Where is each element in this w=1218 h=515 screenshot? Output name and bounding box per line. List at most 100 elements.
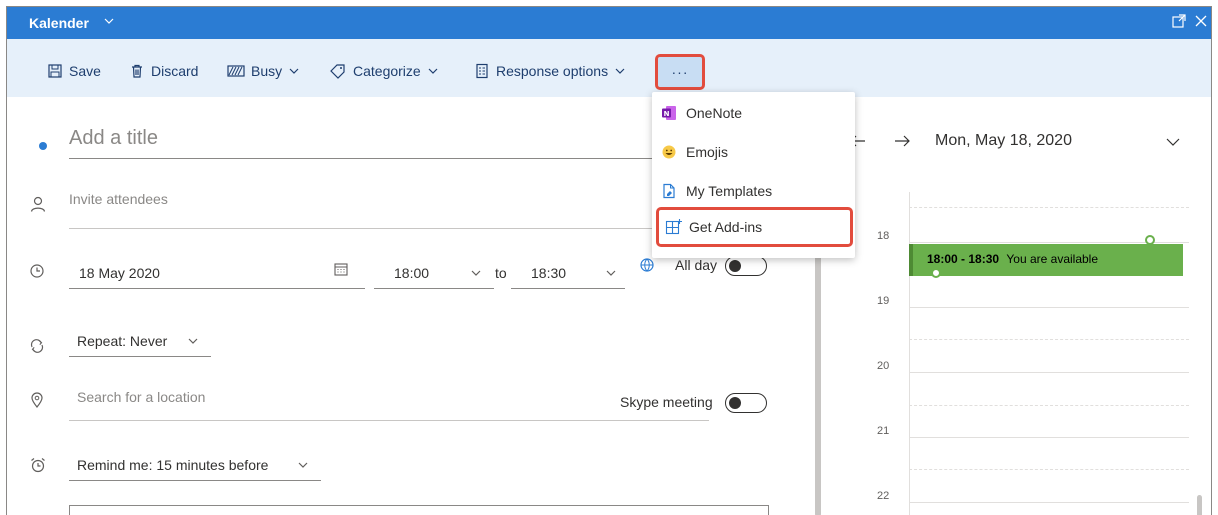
- calendar-event[interactable]: 18:00 - 18:30 You are available: [909, 244, 1183, 276]
- more-options-menu: N OneNote Emojis My Templates Get Add-in…: [652, 92, 855, 258]
- half-hour-line: [909, 469, 1189, 470]
- menu-item-onenote[interactable]: N OneNote: [652, 94, 855, 132]
- emoji-icon: [652, 144, 686, 160]
- half-hour-line: [909, 405, 1189, 406]
- hour-line: [909, 437, 1189, 438]
- popout-icon[interactable]: [1171, 13, 1187, 34]
- end-time-dropdown[interactable]: 18:30: [511, 255, 625, 289]
- start-time-chevron-down-icon: [471, 270, 481, 276]
- event-resize-top-handle[interactable]: [1145, 235, 1155, 245]
- close-icon[interactable]: [1193, 13, 1209, 34]
- title-input[interactable]: Add a title: [69, 119, 709, 159]
- all-day-label: All day: [675, 257, 718, 273]
- calendar-icon[interactable]: [333, 261, 349, 280]
- end-time-value: 18:30: [531, 265, 567, 281]
- add-ins-icon: [659, 218, 689, 236]
- reminder-dropdown[interactable]: Remind me: 15 minutes before: [69, 447, 321, 481]
- busy-dropdown[interactable]: Busy: [227, 61, 300, 81]
- repeat-value: Repeat: Never: [77, 333, 168, 349]
- to-label: to: [495, 265, 507, 281]
- date-value: 18 May 2020: [79, 265, 160, 281]
- title-placeholder: Add a title: [69, 127, 158, 149]
- hour-line: [909, 307, 1189, 308]
- start-time-dropdown[interactable]: 18:00: [374, 255, 494, 289]
- title-bar: Kalender: [7, 7, 1211, 39]
- location-input[interactable]: Search for a location: [69, 381, 709, 421]
- categorize-dropdown[interactable]: Categorize: [329, 61, 439, 81]
- menu-item-label: My Templates: [686, 183, 773, 199]
- svg-text:N: N: [664, 110, 670, 118]
- command-bar: Save Discard Busy Categorize Response op…: [7, 39, 1211, 97]
- next-day-arrow-icon[interactable]: [893, 133, 911, 154]
- event-resize-bottom-handle[interactable]: [931, 268, 941, 278]
- all-day-toggle[interactable]: [725, 256, 767, 276]
- tag-icon: [330, 64, 345, 79]
- discard-label: Discard: [151, 63, 199, 79]
- hour-label: 19: [877, 295, 890, 307]
- save-label: Save: [69, 63, 101, 79]
- all-day-toggle-knob: [729, 260, 741, 272]
- time-zone-globe-icon[interactable]: [639, 257, 655, 278]
- menu-item-emojis[interactable]: Emojis: [652, 133, 855, 171]
- half-hour-line: [909, 339, 1189, 340]
- menu-item-get-add-ins[interactable]: Get Add-ins: [656, 207, 853, 247]
- reminder-chevron-down-icon: [298, 462, 308, 468]
- calendar-date-label[interactable]: Mon, May 18, 2020: [935, 132, 1072, 150]
- busy-label: Busy: [251, 63, 283, 79]
- repeat-dropdown[interactable]: Repeat: Never: [69, 323, 211, 357]
- response-icon: [476, 63, 488, 79]
- title-chevron-down-icon[interactable]: [103, 15, 115, 30]
- hour-label: 21: [877, 425, 890, 437]
- save-icon: [48, 64, 62, 78]
- more-options-button[interactable]: ···: [655, 54, 705, 90]
- event-time: 18:00 - 18:30: [927, 252, 1000, 266]
- calendar-color-dot-icon[interactable]: [39, 142, 47, 150]
- hour-label: 20: [877, 360, 890, 372]
- description-editor[interactable]: [69, 505, 769, 515]
- discard-button[interactable]: Discard: [129, 61, 198, 81]
- hour-line: [909, 502, 1189, 503]
- invite-attendees-input[interactable]: Invite attendees: [69, 185, 709, 229]
- busy-chevron-down-icon: [289, 68, 299, 74]
- end-time-chevron-down-icon: [606, 270, 616, 276]
- hour-label: 18: [877, 230, 890, 242]
- response-options-dropdown[interactable]: Response options: [474, 61, 626, 81]
- menu-item-label: Emojis: [686, 144, 729, 160]
- person-icon: [29, 195, 47, 218]
- categorize-chevron-down-icon: [428, 68, 438, 74]
- templates-icon: [652, 183, 686, 199]
- menu-item-label: OneNote: [686, 105, 743, 121]
- location-pin-icon: [29, 391, 45, 414]
- day-column-border: [909, 192, 910, 515]
- attendees-placeholder: Invite attendees: [69, 191, 168, 207]
- reminder-value: Remind me: 15 minutes before: [77, 457, 269, 473]
- skype-toggle-knob: [729, 397, 741, 409]
- trash-icon: [132, 64, 142, 78]
- start-time-value: 18:00: [394, 265, 430, 281]
- app-window: Kalender Save Discard Busy Categorize Re…: [6, 6, 1212, 515]
- onenote-icon: N: [652, 105, 686, 121]
- more-label: ···: [671, 64, 689, 80]
- save-button[interactable]: Save: [47, 61, 101, 81]
- skype-meeting-toggle[interactable]: [725, 393, 767, 413]
- categorize-label: Categorize: [353, 63, 421, 79]
- busy-icon: [227, 65, 245, 77]
- menu-item-label: Get Add-ins: [689, 219, 763, 235]
- event-status: You are available: [1006, 252, 1099, 266]
- calendar-date-chevron-down-icon[interactable]: [1165, 135, 1181, 154]
- repeat-icon: [29, 338, 45, 359]
- half-hour-line: [909, 207, 1189, 208]
- window-title: Kalender: [29, 15, 89, 31]
- skype-meeting-label: Skype meeting: [620, 394, 713, 410]
- alarm-clock-icon: [29, 456, 47, 479]
- calendar-scrollbar[interactable]: [1197, 495, 1202, 515]
- response-options-label: Response options: [496, 63, 609, 79]
- location-placeholder: Search for a location: [77, 389, 206, 405]
- pane-splitter[interactable]: [815, 237, 821, 515]
- response-chevron-down-icon: [615, 68, 625, 74]
- date-picker[interactable]: 18 May 2020: [69, 255, 365, 289]
- hour-line: [909, 372, 1189, 373]
- clock-icon: [29, 263, 45, 284]
- hour-label: 22: [877, 490, 890, 502]
- menu-item-my-templates[interactable]: My Templates: [652, 172, 855, 210]
